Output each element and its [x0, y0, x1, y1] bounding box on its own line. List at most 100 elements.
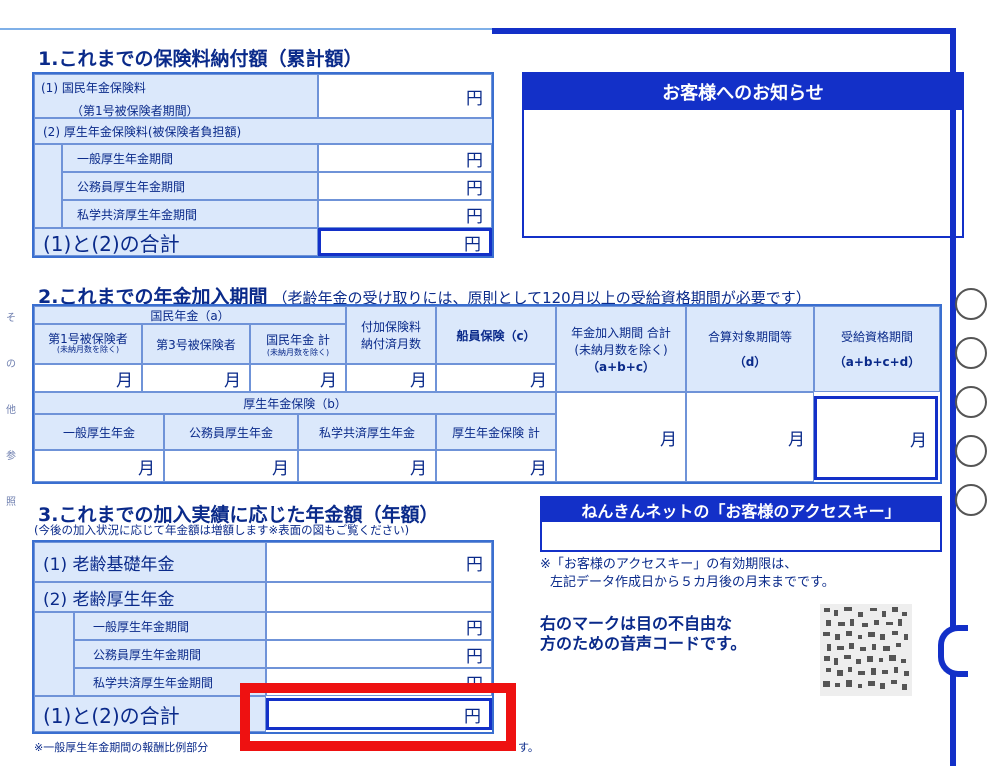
month-unit: 月: [530, 458, 547, 479]
access-note-2: 左記データ作成日から５カ月後の月末までです。: [550, 575, 835, 590]
section2-table: 国民年金（a） 第1号被保険者 (未納月数を除く) 第3号被保険者 国民年金 計…: [32, 304, 942, 484]
k4: 厚生年金保険 計: [436, 414, 556, 450]
access-note: ※「お客様のアクセスキー」の有効期限は、 左記データ作成日から５カ月後の月末まで…: [540, 556, 835, 592]
s1-indent: [34, 144, 62, 228]
h8: 受給資格期間 （a+b+c+d）: [814, 306, 940, 392]
s3-label-2: (2) 老齢厚生年金: [34, 582, 266, 612]
h2-text: 第3号被保険者: [156, 337, 236, 352]
month-unit: 月: [788, 429, 805, 450]
month-unit: 月: [660, 429, 677, 450]
s3-label-3: 一般厚生年金期間: [74, 612, 266, 640]
h7: 合算対象期間等 （d）: [686, 306, 814, 392]
m-1gou: 月: [34, 364, 142, 392]
h5-text: 船員保険（c）: [456, 328, 536, 343]
footnote-end: す。: [518, 741, 539, 754]
h1-text: 第1号被保険者: [48, 332, 128, 346]
month-unit: 月: [410, 370, 427, 391]
m-kokumin-total: 月: [250, 364, 346, 392]
left-margin-text: そ の 他 参 照: [6, 296, 16, 526]
access-key-box: ねんきんネットの「お客様のアクセスキー」: [540, 496, 942, 552]
yen-unit: 円: [466, 150, 483, 171]
m-komuin: 月: [164, 450, 298, 482]
h7-sub: （d）: [733, 355, 767, 369]
s3-label-total-text: (1)と(2)の合計: [43, 703, 180, 728]
s1-value-5: 円: [318, 200, 492, 228]
yen-unit: 円: [466, 554, 483, 575]
footnote: ※一般厚生年金期間の報酬比例部分: [34, 739, 208, 755]
s1-value-1: 円: [318, 74, 492, 118]
h6-text: 年金加入期間 合計: [571, 325, 671, 340]
margin-char: 他: [6, 405, 16, 416]
month-unit: 月: [116, 370, 133, 391]
access-key-title-text: ねんきんネットの「お客様のアクセスキー」: [581, 502, 901, 521]
m-shigaku: 月: [298, 450, 436, 482]
s3-value-2: [266, 582, 492, 612]
m-3gou: 月: [142, 364, 250, 392]
h3-sub: (未納月数を除く): [266, 348, 330, 357]
s3-label-1-text: (1) 老齢基礎年金: [43, 554, 175, 575]
notice-box: お客様へのお知らせ: [522, 72, 964, 238]
k1-text: 一般厚生年金: [62, 425, 135, 440]
kosei-header-text: 厚生年金保険（b）: [243, 396, 347, 411]
month-unit: 月: [138, 458, 155, 479]
m-senin: 月: [436, 364, 556, 392]
h8-text: 受給資格期間: [840, 330, 913, 344]
s1-value-total: 円: [318, 228, 492, 256]
yen-unit: 円: [466, 618, 483, 639]
kokumin-header-text: 国民年金（a）: [150, 308, 230, 323]
s3-label-4: 公務員厚生年金期間: [74, 640, 266, 668]
h2: 第3号被保険者: [142, 324, 250, 364]
notice-title: お客様へのお知らせ: [524, 74, 962, 110]
voice-code-text: 右のマークは目の不自由な 方のための音声コードです。: [540, 614, 746, 654]
yen-unit: 円: [466, 206, 483, 227]
k3-text: 私学共済厚生年金: [318, 425, 415, 440]
section3-note: (今後の加入状況に応じて年金額は増額します※表面の図もご覧ください): [34, 523, 410, 537]
section1-title: 1.これまでの保険料納付額（累計額）: [38, 48, 363, 70]
voice-code-image: [820, 604, 912, 696]
s1-label-1: (1) 国民年金保険料 （第1号被保険者期間）: [34, 74, 318, 118]
s1-label-2: (2) 厚生年金保険料(被保険者負担額): [34, 118, 492, 144]
s1-label-total-text: (1)と(2)の合計: [43, 231, 180, 256]
m-kanyu-total: 月: [556, 392, 686, 482]
voice-text-2: 方のための音声コードです。: [540, 634, 747, 653]
h7-text: 合算対象期間等: [707, 330, 792, 344]
s1-value-3: 円: [318, 144, 492, 172]
h4-sub: 納付済月数: [360, 337, 421, 351]
access-note-1: ※「お客様のアクセスキー」の有効期限は、: [540, 557, 798, 572]
section1-table: (1) 国民年金保険料 （第1号被保険者期間） 円 (2) 厚生年金保険料(被保…: [32, 72, 494, 258]
kosei-header: 厚生年金保険（b）: [34, 392, 556, 414]
s3-label-total: (1)と(2)の合計: [34, 696, 266, 732]
s1-label-5-text: 私学共済厚生年金期間: [77, 207, 198, 222]
s1-label-2-text: (2) 厚生年金保険料(被保険者負担額): [43, 124, 242, 139]
m-kosei-total: 月: [436, 450, 556, 482]
s3-label-5-text: 私学共済厚生年金期間: [93, 675, 214, 690]
yen-unit: 円: [464, 234, 481, 255]
margin-char: 参: [6, 451, 16, 462]
h6: 年金加入期間 合計 (未納月数を除く) （a+b+c）: [556, 306, 686, 392]
month-unit: 月: [320, 370, 337, 391]
s1-label-total: (1)と(2)の合計: [34, 228, 318, 256]
month-unit: 月: [530, 370, 547, 391]
voice-text-1: 右のマークは目の不自由な: [540, 614, 733, 633]
h3-text: 国民年金 計: [266, 333, 330, 347]
h1-sub: (未納月数を除く): [56, 345, 120, 354]
punch-holes: [955, 288, 987, 516]
margin-char: の: [6, 359, 16, 370]
highlight-box: [240, 683, 516, 751]
margin-char: そ: [6, 313, 16, 324]
yen-unit: 円: [466, 646, 483, 667]
k4-text: 厚生年金保険 計: [452, 425, 540, 440]
s1-label-1b: （第1号被保険者期間）: [71, 104, 199, 118]
h6-sub: (未納月数を除く): [574, 342, 668, 357]
m-gassan: 月: [686, 392, 814, 482]
s3-indent: [34, 612, 74, 696]
month-unit: 月: [272, 458, 289, 479]
s1-label-4-text: 公務員厚生年金期間: [77, 179, 186, 194]
kokumin-header: 国民年金（a）: [34, 306, 346, 324]
top-rule: [0, 28, 492, 30]
access-key-title: ねんきんネットの「お客様のアクセスキー」: [542, 498, 940, 522]
k2: 公務員厚生年金: [164, 414, 298, 450]
h1: 第1号被保険者 (未納月数を除く): [34, 324, 142, 364]
month-unit: 月: [910, 430, 927, 451]
s1-label-5: 私学共済厚生年金期間: [62, 200, 318, 228]
